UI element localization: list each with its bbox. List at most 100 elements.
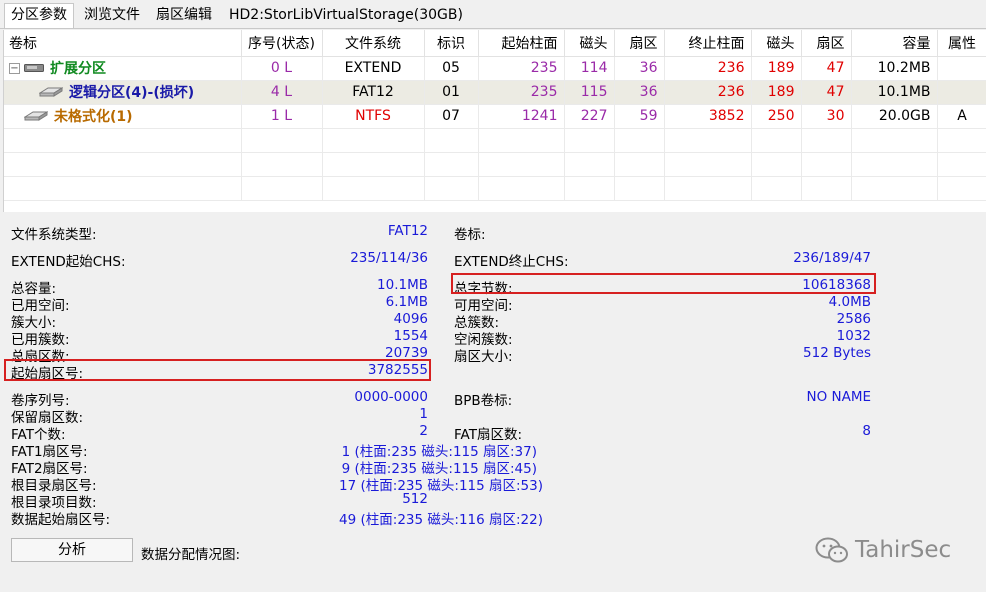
cell-start-head: 227 <box>564 104 615 129</box>
root-entries-value: 512 <box>402 491 428 507</box>
tab-disk-info[interactable]: HD2:StorLibVirtualStorage(30GB) <box>223 4 469 28</box>
cell-end-head: 189 <box>751 80 802 105</box>
table-row[interactable]: − 扩展分区 0 L EXTEND 05 235 114 36 236 189 … <box>4 56 986 81</box>
tab-partition-params[interactable]: 分区参数 <box>4 3 74 29</box>
free-clusters-value: 1032 <box>836 328 871 344</box>
bpb-label-label: BPB卷标: <box>454 393 513 409</box>
cell-index: 0 L <box>241 56 323 81</box>
end-chs-value: 236/189/47 <box>793 250 871 266</box>
partition-name: 扩展分区 <box>50 61 106 77</box>
sector-size-value: 512 Bytes <box>803 345 871 361</box>
cell-start-head: 115 <box>564 80 615 105</box>
cell-capacity: 20.0GB <box>851 104 938 129</box>
col-header-index[interactable]: 序号(状态) <box>241 30 323 57</box>
fat-sectors-value: 8 <box>862 423 871 439</box>
cell-filesystem: FAT12 <box>322 80 425 105</box>
cell-volume: 未格式化(1) <box>4 104 242 129</box>
cell-start-head: 114 <box>564 56 615 81</box>
col-header-start-cylinder[interactable]: 起始柱面 <box>478 30 565 57</box>
sector-size-label: 扇区大小: <box>454 349 513 365</box>
cell-start-sector: 36 <box>614 56 665 81</box>
disk-icon <box>24 64 44 72</box>
table-row <box>4 176 986 201</box>
cell-end-sector: 47 <box>801 80 852 105</box>
col-header-capacity[interactable]: 容量 <box>851 30 938 57</box>
watermark-text: TahirSec <box>855 537 952 563</box>
fs-type-label: 文件系统类型: <box>11 227 97 243</box>
partition-name: 逻辑分区(4)-(损坏) <box>69 85 195 101</box>
fat-count-value: 2 <box>419 423 428 439</box>
table-row <box>4 152 986 177</box>
cell-attribute: A <box>937 104 986 129</box>
col-header-end-cylinder[interactable]: 终止柱面 <box>664 30 752 57</box>
cell-end-cylinder: 236 <box>664 80 752 105</box>
tab-sector-editor[interactable]: 扇区编辑 <box>150 4 218 28</box>
volume-label-label: 卷标: <box>454 227 486 243</box>
table-row[interactable]: 未格式化(1) 1 L NTFS 07 1241 227 59 3852 250… <box>4 104 986 129</box>
cell-start-sector: 59 <box>614 104 665 129</box>
total-bytes-highlight <box>451 273 876 294</box>
partition-icon <box>39 87 63 97</box>
cell-start-sector: 36 <box>614 80 665 105</box>
cell-volume: 逻辑分区(4)-(损坏) <box>4 80 242 105</box>
cell-index: 1 L <box>241 104 323 129</box>
cell-id: 07 <box>424 104 479 129</box>
total-capacity-value: 10.1MB <box>377 277 428 293</box>
cell-filesystem: NTFS <box>322 104 425 129</box>
cell-start-cylinder: 235 <box>478 80 565 105</box>
col-header-volume[interactable]: 卷标 <box>4 30 242 57</box>
cluster-size-value: 4096 <box>393 311 428 327</box>
data-start-label: 数据起始扇区号: <box>11 512 111 528</box>
cell-capacity: 10.1MB <box>851 80 938 105</box>
col-header-start-sector[interactable]: 扇区 <box>614 30 665 57</box>
cell-capacity: 10.2MB <box>851 56 938 81</box>
col-header-end-sector[interactable]: 扇区 <box>801 30 852 57</box>
start-chs-label: EXTEND起始CHS: <box>11 254 126 270</box>
col-header-attribute[interactable]: 属性 <box>937 30 986 57</box>
free-space-value: 4.0MB <box>828 294 871 310</box>
tab-bar: 分区参数 浏览文件 扇区编辑 HD2:StorLibVirtualStorage… <box>0 0 986 30</box>
cell-id: 05 <box>424 56 479 81</box>
start-sector-highlight <box>4 359 431 381</box>
partition-name: 未格式化(1) <box>54 109 133 125</box>
tab-browse-files[interactable]: 浏览文件 <box>78 4 146 28</box>
allocation-map-label: 数据分配情况图: <box>141 547 241 563</box>
start-chs-value: 235/114/36 <box>350 250 428 266</box>
col-header-filesystem[interactable]: 文件系统 <box>322 30 425 57</box>
analyze-button[interactable]: 分析 <box>11 538 133 562</box>
collapse-icon[interactable]: − <box>9 62 20 74</box>
bpb-label-value: NO NAME <box>806 389 871 405</box>
tab-divider <box>0 28 986 29</box>
used-clusters-value: 1554 <box>393 328 428 344</box>
cell-end-head: 189 <box>751 56 802 81</box>
cell-index: 4 L <box>241 80 323 105</box>
watermark: TahirSec <box>815 536 951 564</box>
cell-end-sector: 30 <box>801 104 852 129</box>
fs-type-value: FAT12 <box>387 223 428 239</box>
partition-icon <box>24 111 48 121</box>
used-space-value: 6.1MB <box>385 294 428 310</box>
table-row <box>4 128 986 153</box>
partition-table-container: 卷标 序号(状态) 文件系统 标识 起始柱面 磁头 扇区 终止柱面 磁头 扇区 … <box>3 30 986 212</box>
col-header-start-head[interactable]: 磁头 <box>564 30 615 57</box>
cell-start-cylinder: 1241 <box>478 104 565 129</box>
cell-attribute <box>937 56 986 81</box>
end-chs-label: EXTEND终止CHS: <box>454 254 569 270</box>
cell-end-cylinder: 3852 <box>664 104 752 129</box>
serial-value: 0000-0000 <box>354 389 428 405</box>
table-header: 卷标 序号(状态) 文件系统 标识 起始柱面 磁头 扇区 终止柱面 磁头 扇区 … <box>4 30 986 57</box>
col-header-end-head[interactable]: 磁头 <box>751 30 802 57</box>
data-start-value: 49 (柱面:235 磁头:116 扇区:22) <box>339 512 543 528</box>
cell-volume: − 扩展分区 <box>4 56 242 81</box>
cell-end-cylinder: 236 <box>664 56 752 81</box>
cell-filesystem: EXTEND <box>322 56 425 81</box>
cell-attribute <box>937 80 986 105</box>
cell-end-sector: 47 <box>801 56 852 81</box>
total-clusters-value: 2586 <box>836 311 871 327</box>
cell-start-cylinder: 235 <box>478 56 565 81</box>
table-row[interactable]: 逻辑分区(4)-(损坏) 4 L FAT12 01 235 115 36 236… <box>4 80 986 105</box>
cell-end-head: 250 <box>751 104 802 129</box>
col-header-id[interactable]: 标识 <box>424 30 479 57</box>
wechat-icon <box>815 537 848 563</box>
partition-table: 卷标 序号(状态) 文件系统 标识 起始柱面 磁头 扇区 终止柱面 磁头 扇区 … <box>4 30 986 201</box>
